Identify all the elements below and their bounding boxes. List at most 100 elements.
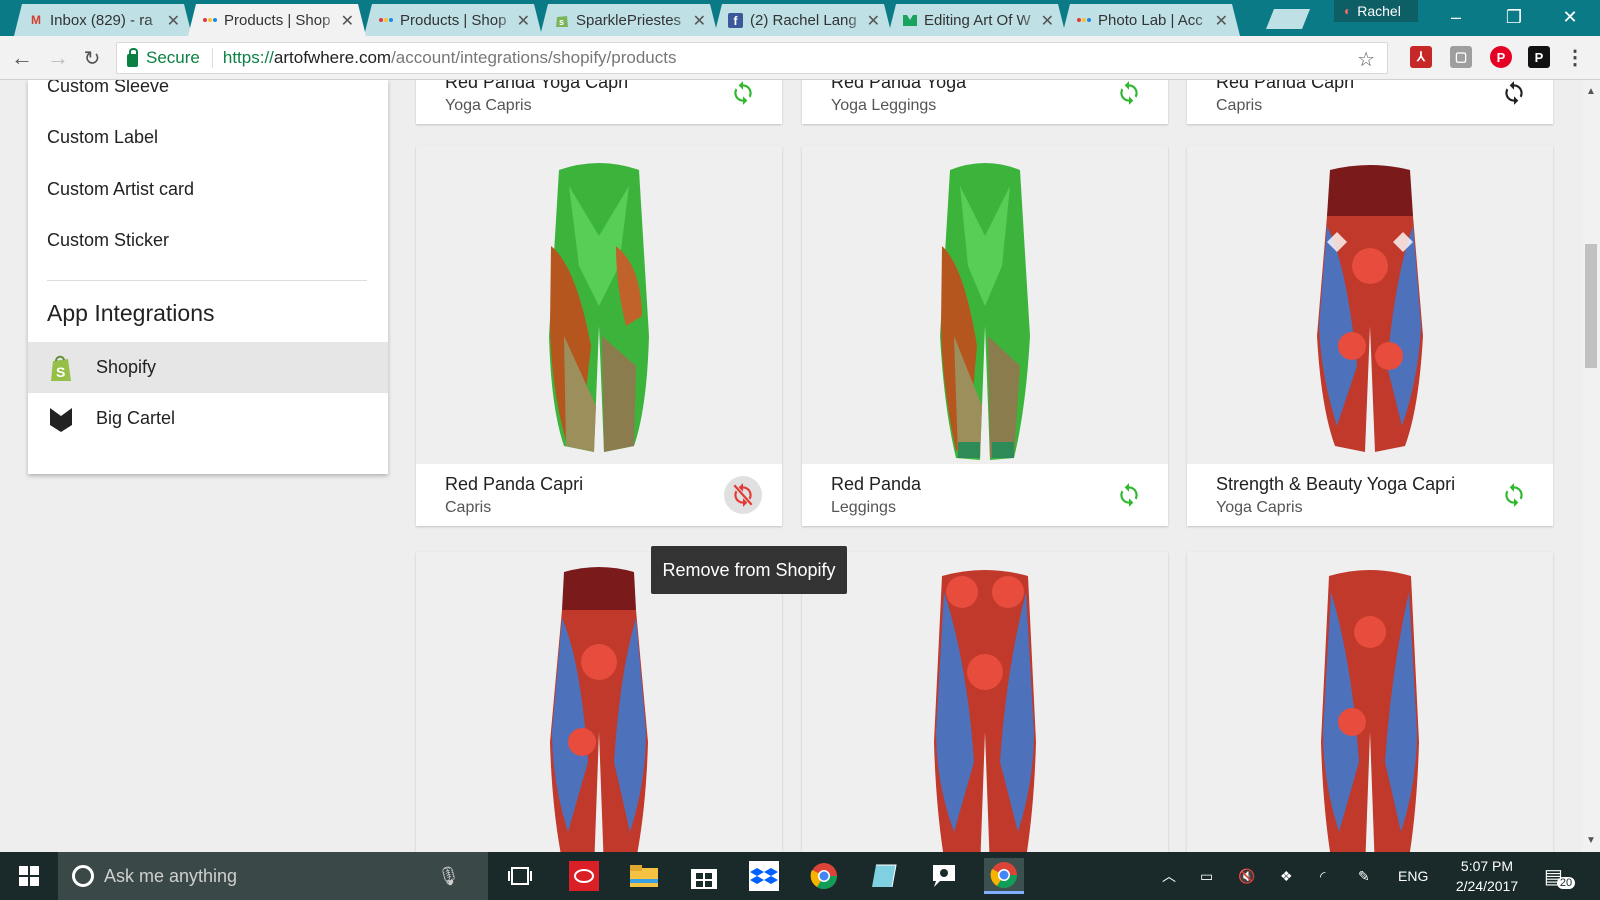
language-indicator[interactable]: ENG — [1398, 852, 1428, 900]
search-placeholder: Ask me anything — [104, 865, 238, 886]
restore-button[interactable]: ❐ — [1494, 4, 1534, 30]
scrollbar[interactable]: ▲ ▼ — [1582, 80, 1600, 852]
product-image-roses-capri[interactable] — [416, 552, 782, 852]
close-icon[interactable]: ✕ — [167, 11, 180, 31]
sidebar-link-custom-label[interactable]: Custom Label — [47, 127, 158, 148]
creative-cloud-icon[interactable] — [564, 858, 604, 894]
clock[interactable]: 5:07 PM 2/24/2017 — [1442, 852, 1532, 900]
close-icon[interactable]: ✕ — [341, 11, 354, 31]
store-icon[interactable] — [684, 858, 724, 894]
product-card[interactable]: Red Panda Capri Capris — [416, 146, 782, 526]
tab-gmail[interactable]: M Inbox (829) - ra ✕ — [14, 4, 192, 36]
close-icon[interactable]: ✕ — [1215, 11, 1228, 31]
sync-icon[interactable] — [1495, 80, 1533, 112]
product-card[interactable] — [416, 552, 782, 852]
show-hidden-icons-chevron-icon[interactable]: ︿ — [1162, 852, 1176, 900]
sync-icon[interactable] — [724, 80, 762, 112]
scroll-down-icon[interactable]: ▼ — [1586, 835, 1596, 846]
product-image-roses-legging[interactable] — [802, 552, 1168, 852]
bookmark-star-icon[interactable]: ☆ — [1357, 47, 1375, 72]
menu-icon[interactable]: ⋮ — [1564, 46, 1586, 69]
tab-facebook[interactable]: f (2) Rachel Lang ✕ — [714, 4, 892, 36]
reload-icon[interactable]: ↻ — [78, 44, 106, 72]
minimize-button[interactable]: – — [1436, 4, 1476, 30]
product-image-roses-capri[interactable] — [1187, 146, 1553, 464]
sync-icon[interactable] — [1110, 80, 1148, 112]
sidebar-item-shopify[interactable]: S Shopify — [28, 342, 388, 393]
product-card[interactable]: Red Panda Yoga Yoga Leggings — [802, 80, 1168, 124]
product-card[interactable] — [1187, 552, 1553, 852]
close-icon[interactable]: ✕ — [693, 11, 706, 31]
product-info: Red Panda Capri Capris — [416, 464, 782, 526]
close-icon[interactable]: ✕ — [517, 11, 530, 31]
tab-products[interactable]: Products | Shop ✕ — [364, 4, 542, 36]
product-image-panda-capri[interactable] — [416, 146, 782, 464]
task-view-icon[interactable] — [500, 858, 540, 894]
notes-app-icon[interactable] — [864, 858, 904, 894]
svg-text:s: s — [559, 17, 564, 27]
acrobat-extension-icon[interactable]: ⅄ — [1410, 46, 1432, 68]
extension-icon[interactable]: ▢ — [1450, 46, 1472, 68]
sidebar-link-custom-sleeve[interactable]: Custom Sleeve — [47, 80, 169, 97]
tab-bigcartel[interactable]: Editing Art Of W ✕ — [888, 4, 1066, 36]
secure-indicator[interactable]: Secure — [117, 47, 213, 68]
back-arrow-icon[interactable]: ← — [8, 44, 36, 72]
tab-products-active[interactable]: Products | Shop ✕ — [188, 4, 366, 36]
bigcartel-icon — [48, 405, 74, 433]
close-icon[interactable]: ✕ — [867, 11, 880, 31]
profile-button[interactable]: ◐ Rachel — [1334, 0, 1418, 22]
sidebar-link-custom-artist-card[interactable]: Custom Artist card — [47, 179, 194, 200]
tab-title: (2) Rachel Lang — [750, 11, 857, 29]
action-center-icon[interactable]: ▤ 20 — [1544, 852, 1576, 900]
close-window-button[interactable]: ✕ — [1550, 4, 1590, 30]
product-card[interactable] — [802, 552, 1168, 852]
product-card[interactable]: Red Panda Capri Capris — [1187, 80, 1553, 124]
battery-icon[interactable]: ▭ — [1200, 852, 1213, 900]
sync-icon[interactable] — [1110, 476, 1148, 514]
new-tab-button[interactable] — [1266, 9, 1310, 29]
gmail-icon: M — [31, 13, 41, 27]
artofwhere-icon — [378, 13, 394, 27]
scroll-up-icon[interactable]: ▲ — [1586, 86, 1596, 97]
pinterest-icon[interactable]: P — [1490, 46, 1512, 68]
chrome-active-icon[interactable] — [984, 858, 1024, 894]
artofwhere-icon — [202, 13, 218, 27]
forward-arrow-icon[interactable]: → — [44, 44, 72, 72]
sidebar-item-big-cartel[interactable]: Big Cartel — [28, 393, 388, 444]
product-name: Red Panda — [831, 474, 922, 494]
remove-sync-icon[interactable] — [724, 476, 762, 514]
product-card[interactable]: Red Panda Yoga Capri Yoga Capris — [416, 80, 782, 124]
chrome-icon[interactable] — [804, 858, 844, 894]
product-type: Yoga Capris — [445, 97, 532, 114]
pocket-icon[interactable]: P — [1528, 46, 1550, 68]
tab-title: Products | Shop — [224, 11, 331, 29]
product-info: Red Panda Leggings — [802, 464, 1168, 526]
tab-photo-lab[interactable]: Photo Lab | Acc ✕ — [1062, 4, 1240, 36]
sidebar-link-custom-sticker[interactable]: Custom Sticker — [47, 230, 169, 251]
file-explorer-icon[interactable] — [624, 858, 664, 894]
address-bar[interactable]: Secure https://artofwhere.com/account/in… — [116, 42, 1388, 74]
windows-start-icon[interactable] — [0, 852, 58, 900]
cortana-search-box[interactable]: Ask me anything 🎙 — [58, 852, 488, 900]
product-card[interactable]: Red Panda Leggings — [802, 146, 1168, 526]
scrollbar-thumb[interactable] — [1585, 244, 1597, 368]
volume-muted-icon[interactable]: 🔇 — [1238, 852, 1255, 900]
tab-title: Products | Shop — [400, 11, 507, 29]
product-image-roses-legging[interactable] — [1187, 552, 1553, 852]
product-name: Red Panda Yoga — [831, 80, 967, 92]
microphone-icon[interactable]: 🎙 — [437, 866, 460, 887]
dropbox-tray-icon[interactable]: ❖ — [1280, 852, 1293, 900]
close-icon[interactable]: ✕ — [1041, 11, 1054, 31]
product-type: Yoga Leggings — [831, 97, 937, 114]
url-scheme: https:// — [222, 48, 274, 67]
wifi-icon[interactable]: ◜ — [1320, 852, 1325, 900]
product-info: Strength & Beauty Yoga Capri Yoga Capris — [1187, 464, 1553, 526]
pen-icon[interactable]: ✎ — [1358, 852, 1370, 900]
product-card[interactable]: Strength & Beauty Yoga Capri Yoga Capris — [1187, 146, 1553, 526]
product-name: Red Panda Capri — [445, 474, 584, 494]
chat-app-icon[interactable] — [924, 858, 964, 894]
sync-icon[interactable] — [1495, 476, 1533, 514]
product-image-panda-legging[interactable] — [802, 146, 1168, 464]
tab-shopify-store[interactable]: s SparklePriestes ✕ — [540, 4, 718, 36]
dropbox-icon[interactable] — [744, 858, 784, 894]
